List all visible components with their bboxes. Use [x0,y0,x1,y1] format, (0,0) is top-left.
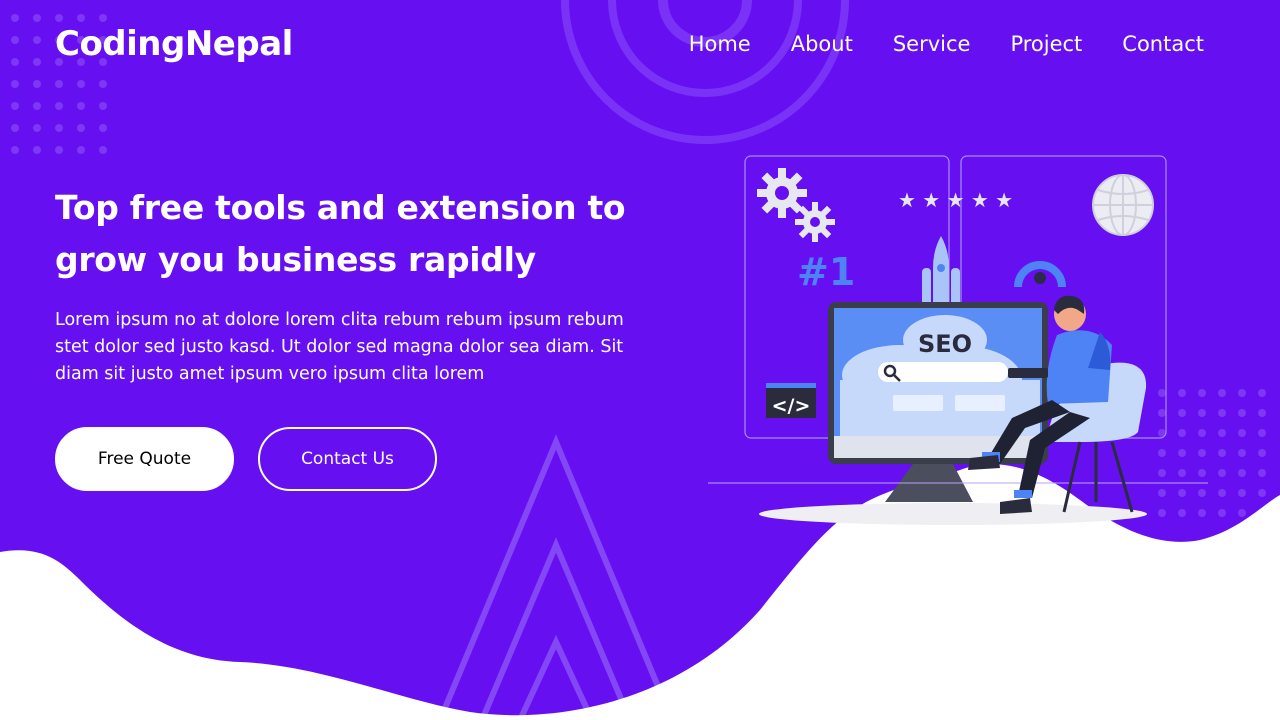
floor-shadow [759,503,1147,525]
contact-us-button[interactable]: Contact Us [258,427,437,491]
nav-link-about[interactable]: About [791,32,853,56]
nav-link-project[interactable]: Project [1010,32,1082,56]
seo-badge: SEO [918,330,972,358]
brand-logo[interactable]: CodingNepal [55,24,293,64]
nav-menu: Home About Service Project Contact [689,32,1204,56]
triangle-outlines [436,434,676,720]
hero-description: Lorem ipsum no at dolore lorem clita reb… [55,310,624,384]
code-icon: </> [766,383,816,418]
gear-icon [757,168,835,242]
svg-text:</>: </> [772,395,811,417]
navbar: CodingNepal Home About Service Project C… [0,0,1280,92]
nav-link-contact[interactable]: Contact [1122,32,1204,56]
rating-stars: ★ ★ ★ ★ ★ [898,188,1013,212]
seo-illustration: ★ ★ ★ ★ ★ #1 SEO </> [708,155,1208,525]
globe-icon [1092,174,1154,236]
nav-link-service[interactable]: Service [893,32,971,56]
nav-link-home[interactable]: Home [689,32,751,56]
rank-label: #1 [797,250,855,294]
hero-title: Top free tools and extension to grow you… [55,188,626,279]
free-quote-button[interactable]: Free Quote [55,427,234,491]
